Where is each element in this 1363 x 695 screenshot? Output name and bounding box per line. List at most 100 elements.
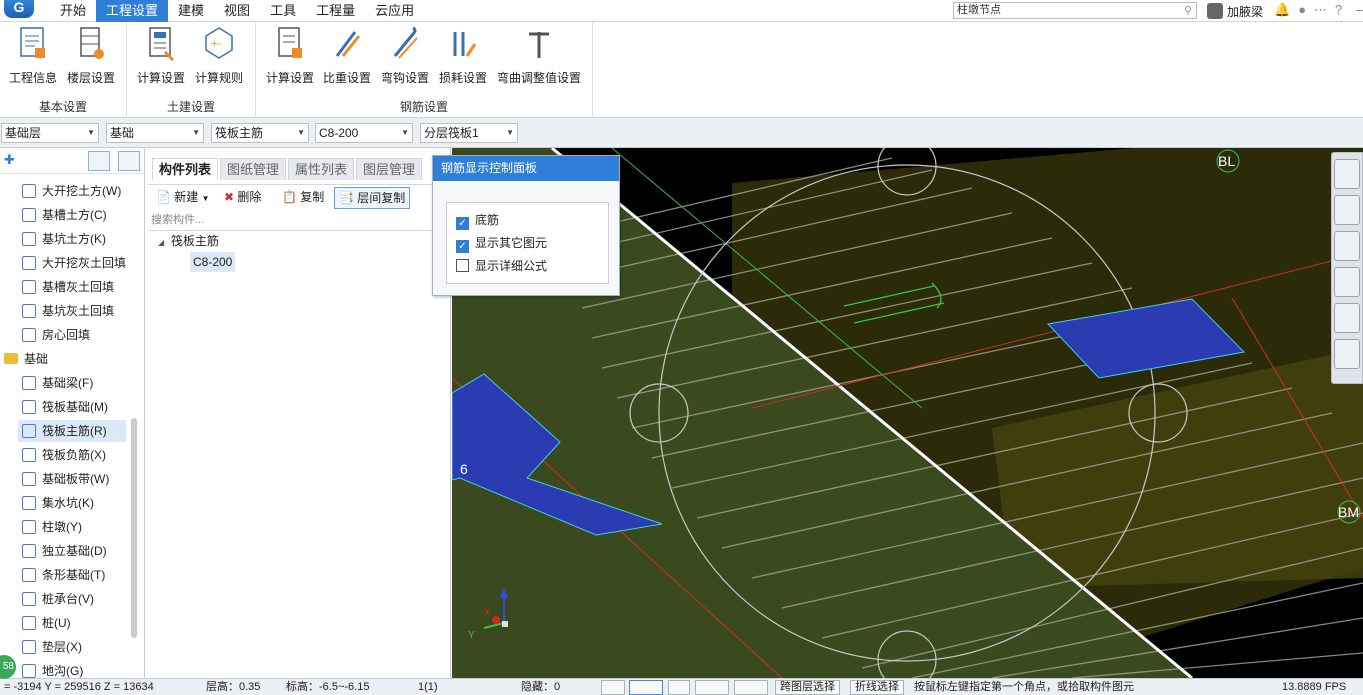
calc-rules-button[interactable]: +- 计算规则 xyxy=(191,26,247,86)
tab-start[interactable]: 开始 xyxy=(50,0,96,22)
tree-item-isolated-footing[interactable]: 独立基础(D) xyxy=(22,540,107,562)
rebar-display-control-panel: 钢筋显示控制面板 ✓ 底筋 ✓ 显示其它图元 显示详细公式 xyxy=(432,155,620,296)
delete-button[interactable]: ✖ 删除 xyxy=(220,187,265,209)
tree-item-label: 房心回填 xyxy=(42,328,91,342)
rebar-icon xyxy=(22,448,36,462)
new-button[interactable]: 📄 新建 ▼ xyxy=(152,187,214,209)
category-select-value: 基础 xyxy=(110,126,135,140)
3d-view-button[interactable] xyxy=(1334,231,1360,261)
layer-select[interactable]: 分层筏板1 ▼ xyxy=(420,123,518,143)
snap-offset-button[interactable] xyxy=(734,680,768,695)
performance-badge[interactable]: 58 xyxy=(0,655,16,679)
component-tree-child[interactable]: C8-200 xyxy=(190,252,236,272)
hook-settings-button[interactable]: 弯钩设置 xyxy=(378,26,432,86)
category-select[interactable]: 基础 ▼ xyxy=(106,123,204,143)
tree-item-foundation-strip[interactable]: 基础板带(W) xyxy=(22,468,109,490)
pin-icon[interactable]: ✚ xyxy=(4,152,15,168)
list-view-icon[interactable] xyxy=(88,151,110,171)
tree-item-pile[interactable]: 桩(U) xyxy=(22,612,71,634)
floor-settings-button[interactable]: 楼层设置 xyxy=(64,26,118,86)
control-panel-title[interactable]: 钢筋显示控制面板 xyxy=(433,156,619,181)
option-show-detail-formula[interactable]: 显示详细公式 xyxy=(456,258,547,274)
layout-button[interactable] xyxy=(1334,339,1360,369)
tree-item-sump[interactable]: 集水坑(K) xyxy=(22,492,94,514)
tree-item-trench[interactable]: 地沟(G) xyxy=(22,660,83,678)
component-tree-parent[interactable]: ◢ 筏板主筋 xyxy=(158,232,219,252)
checkbox-unchecked-icon[interactable] xyxy=(456,259,469,272)
delete-label: 删除 xyxy=(237,190,262,204)
cross-floor-select-button[interactable]: 跨图层选择 xyxy=(775,680,840,695)
rebar-calc-settings-button[interactable]: 计算设置 xyxy=(262,26,318,86)
tree-item-trench-excavation[interactable]: 基槽土方(C) xyxy=(22,204,107,226)
tree-item-raft-foundation[interactable]: 筏板基础(M) xyxy=(22,396,108,418)
ortho-button[interactable] xyxy=(601,680,625,695)
floor-settings-icon xyxy=(80,27,104,59)
checkbox-checked-icon[interactable]: ✓ xyxy=(456,240,469,253)
tree-toolbar: ✚ xyxy=(0,148,144,174)
tab-drawing-manager[interactable]: 图纸管理 xyxy=(220,158,287,180)
tree-item-pit-backfill[interactable]: 基坑灰土回填 xyxy=(22,300,114,322)
element-select[interactable]: C8-200 ▼ xyxy=(315,123,413,143)
tree-group-foundation[interactable]: 基础 xyxy=(4,348,48,370)
bend-adjust-settings-button[interactable]: 弯曲调整值设置 xyxy=(494,26,584,86)
civil-calc-settings-button[interactable]: 计算设置 xyxy=(133,26,189,86)
option-show-other-elements[interactable]: ✓ 显示其它图元 xyxy=(456,235,547,253)
weight-settings-button[interactable]: 比重设置 xyxy=(320,26,374,86)
fps-readout: 13.8889 FPS xyxy=(1282,681,1347,693)
snap-angle-button[interactable] xyxy=(695,680,729,695)
tab-modeling[interactable]: 建模 xyxy=(168,0,214,22)
tab-cloud[interactable]: 云应用 xyxy=(365,0,424,22)
tab-project-settings[interactable]: 工程设置 xyxy=(96,0,169,22)
avatar xyxy=(1207,3,1223,19)
polyline-select-button[interactable]: 折线选择 xyxy=(850,680,904,695)
beam-icon xyxy=(22,376,36,390)
tree-item-label: 桩承台(V) xyxy=(42,592,94,606)
tree-item-open-backfill[interactable]: 大开挖灰土回填 xyxy=(22,252,126,274)
rotate-button[interactable] xyxy=(1334,303,1360,333)
element-type-select-value: 筏板主筋 xyxy=(215,126,264,140)
tree-item-pit-excavation[interactable]: 基坑土方(K) xyxy=(22,228,106,250)
tree-item-open-excavation[interactable]: 大开挖土方(W) xyxy=(22,180,121,202)
tab-property-list[interactable]: 属性列表 xyxy=(288,158,355,180)
tree-item-raft-main-rebar[interactable]: 筏板主筋(R) xyxy=(18,420,126,442)
2d-view-button[interactable] xyxy=(1334,195,1360,225)
tab-tools[interactable]: 工具 xyxy=(260,0,306,22)
tree-item-cushion[interactable]: 垫层(X) xyxy=(22,636,82,658)
snap-mode-button[interactable] xyxy=(629,680,663,695)
copy-button[interactable]: 📋 复制 xyxy=(278,187,328,209)
tree-item-strip-footing[interactable]: 条形基础(T) xyxy=(22,564,105,586)
grid-view-icon[interactable] xyxy=(118,151,140,171)
tree-item-label: 地沟(G) xyxy=(42,664,84,678)
box-view-button[interactable] xyxy=(1334,267,1360,297)
app-logo[interactable]: G xyxy=(4,0,34,18)
tab-quantities[interactable]: 工程量 xyxy=(306,0,365,22)
tree-item-pile-cap[interactable]: 桩承台(V) xyxy=(22,588,94,610)
orbit-button[interactable] xyxy=(1334,159,1360,189)
checkbox-checked-icon[interactable]: ✓ xyxy=(456,217,469,230)
floor-copy-button[interactable]: 📑 层间复制 xyxy=(334,187,411,209)
tree-item-room-backfill[interactable]: 房心回填 xyxy=(22,324,90,346)
tree-scrollbar[interactable] xyxy=(131,418,137,638)
tab-layer-manager[interactable]: 图层管理 xyxy=(356,158,423,180)
tab-component-list[interactable]: 构件列表 xyxy=(152,158,219,180)
component-search-input[interactable]: 搜索构件... xyxy=(148,210,438,231)
strip-icon xyxy=(22,472,36,486)
collapse-icon[interactable]: ◢ xyxy=(158,238,164,247)
backfill-icon xyxy=(22,304,36,318)
search-icon[interactable]: ⚲ xyxy=(1184,4,1192,19)
element-type-select[interactable]: 筏板主筋 ▼ xyxy=(211,123,309,143)
search-input[interactable]: 柱墩节点 ⚲ xyxy=(953,2,1197,19)
tree-item-raft-negative-rebar[interactable]: 筏板负筋(X) xyxy=(22,444,106,466)
snap-cross-button[interactable] xyxy=(668,680,690,695)
floor-select[interactable]: 基础层 ▼ xyxy=(1,123,99,143)
tree-item-foundation-beam[interactable]: 基础梁(F) xyxy=(22,372,93,394)
tree-item-column-pier[interactable]: 柱墩(Y) xyxy=(22,516,82,538)
loss-settings-button[interactable]: 损耗设置 xyxy=(436,26,490,86)
option-bottom-rebar[interactable]: ✓ 底筋 xyxy=(456,212,499,230)
pile-cap-icon xyxy=(22,592,36,606)
tree-item-trench-backfill[interactable]: 基槽灰土回填 xyxy=(22,276,114,298)
menu-bar: G 开始 工程设置 建模 视图 工具 工程量 云应用 柱墩节点 ⚲ 加腋梁 🔔 … xyxy=(0,0,1363,32)
project-info-button[interactable]: 工程信息 xyxy=(6,26,60,86)
user-area[interactable]: 加腋梁 xyxy=(1207,2,1263,20)
tab-view[interactable]: 视图 xyxy=(214,0,260,22)
